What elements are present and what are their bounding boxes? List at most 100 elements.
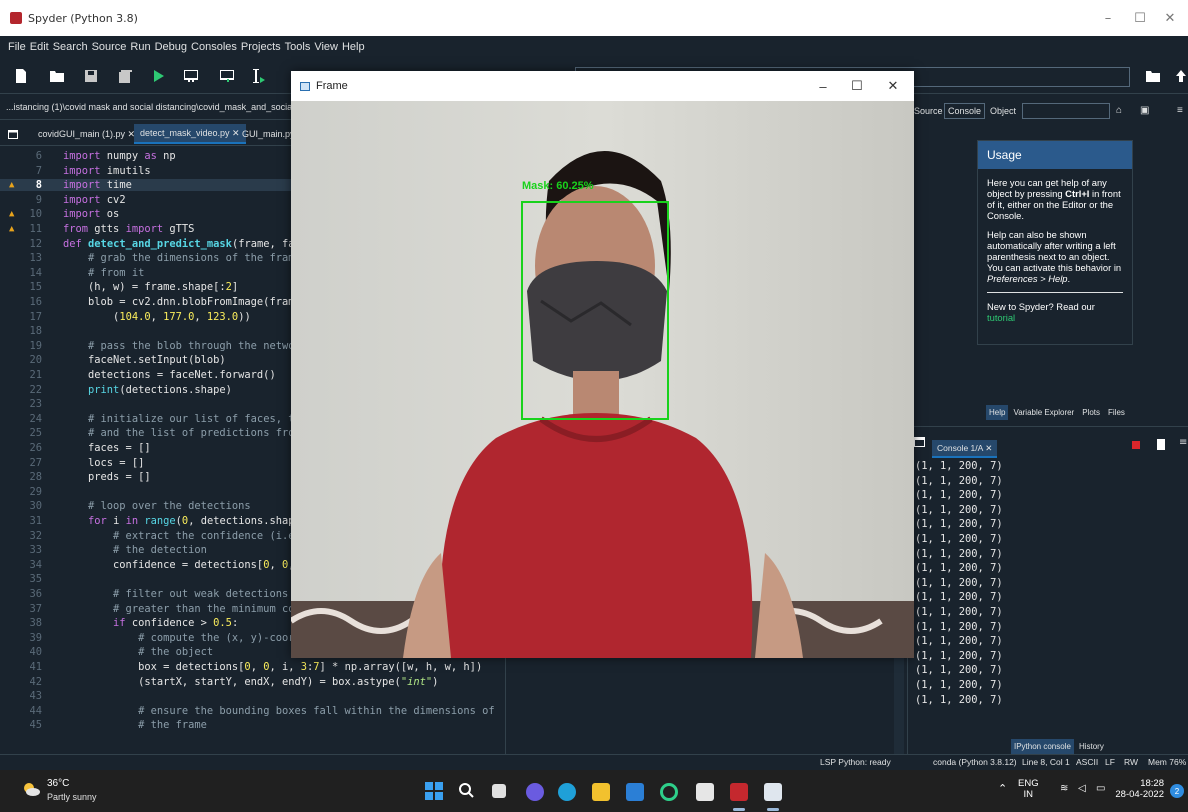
weather-icon[interactable] bbox=[22, 782, 40, 796]
weather-temperature[interactable]: 36°C bbox=[47, 778, 69, 789]
parent-directory-icon[interactable] bbox=[1172, 67, 1188, 85]
menu-run[interactable]: Run bbox=[130, 41, 150, 53]
home-icon[interactable]: ⌂ bbox=[1116, 105, 1122, 116]
tab-plots[interactable]: Plots bbox=[1079, 405, 1104, 420]
tab-ipython-console[interactable]: IPython console bbox=[1011, 739, 1074, 754]
console-tab[interactable]: Console 1/A ✕ bbox=[932, 440, 998, 458]
menu-view[interactable]: View bbox=[314, 41, 338, 53]
code-text: import imutils bbox=[63, 164, 151, 177]
frame-close-button[interactable]: ✕ bbox=[875, 71, 911, 101]
app-circle-icon[interactable] bbox=[660, 783, 678, 801]
code-text: from gtts import gTTS bbox=[63, 223, 195, 235]
status-cursor: Line 8, Col 1 bbox=[1022, 757, 1070, 767]
frame-maximize-button[interactable]: ☐ bbox=[839, 71, 875, 101]
options-icon[interactable]: ≡ bbox=[1177, 105, 1183, 116]
console-pane-tabs: IPython console History bbox=[1011, 739, 1107, 754]
weather-description[interactable]: Partly sunny bbox=[47, 792, 97, 802]
frame-taskbar-icon[interactable] bbox=[764, 783, 782, 801]
menu-search[interactable]: Search bbox=[53, 41, 88, 53]
line-number: 38 bbox=[29, 617, 42, 630]
frame-window: Frame – ☐ ✕ Mask: 60.25% bbox=[291, 71, 914, 658]
menu-source[interactable]: Source bbox=[92, 41, 127, 53]
tab-files[interactable]: Files bbox=[1105, 405, 1128, 420]
tab-variable-explorer[interactable]: Variable Explorer bbox=[1010, 405, 1078, 420]
warning-icon[interactable]: ▲ bbox=[9, 223, 14, 235]
frame-app-icon bbox=[300, 81, 310, 91]
line-number: 29 bbox=[29, 485, 42, 498]
console-output-line: (1, 1, 200, 7) bbox=[915, 489, 1003, 502]
terminal-icon[interactable] bbox=[696, 783, 714, 801]
face-bounding-box bbox=[521, 201, 669, 420]
screen: Spyder (Python 3.8) – ☐ ✕ File Edit Sear… bbox=[0, 0, 1188, 812]
stop-kernel-icon[interactable] bbox=[1132, 441, 1140, 449]
tutorial-link[interactable]: tutorial bbox=[987, 312, 1015, 323]
line-number: 15 bbox=[29, 281, 42, 294]
run-selection-icon[interactable] bbox=[250, 67, 268, 85]
menu-debug[interactable]: Debug bbox=[155, 41, 187, 53]
console-document-icon[interactable] bbox=[1157, 439, 1165, 450]
spyder-taskbar-icon[interactable] bbox=[730, 783, 748, 801]
wifi-icon[interactable]: ≋ bbox=[1060, 783, 1068, 794]
frame-minimize-button[interactable]: – bbox=[805, 71, 841, 101]
search-icon[interactable] bbox=[458, 782, 474, 798]
save-icon[interactable] bbox=[82, 67, 100, 85]
line-number: 31 bbox=[29, 515, 42, 527]
line-number: 45 bbox=[29, 719, 42, 732]
code-text: # initialize our list of faces, their bbox=[88, 412, 320, 425]
open-folder-icon[interactable] bbox=[48, 67, 66, 85]
menu-file[interactable]: File bbox=[8, 41, 26, 53]
console-options-icon[interactable]: ≡ bbox=[1179, 437, 1187, 448]
clock-date: 28-04-2022 bbox=[1115, 789, 1164, 800]
line-number: 34 bbox=[29, 558, 42, 571]
menu-consoles[interactable]: Consoles bbox=[191, 41, 237, 53]
help-object-input[interactable] bbox=[1022, 103, 1110, 119]
start-button-icon[interactable] bbox=[425, 782, 443, 800]
line-number: 7 bbox=[35, 164, 42, 177]
menu-tools[interactable]: Tools bbox=[285, 41, 311, 53]
lock-icon[interactable]: ▣ bbox=[1140, 105, 1149, 116]
line-number: 25 bbox=[29, 427, 42, 440]
line-number: 10 bbox=[29, 208, 42, 221]
mail-icon[interactable] bbox=[626, 783, 644, 801]
console-output-line: (1, 1, 200, 7) bbox=[915, 562, 1003, 575]
help-object-label: Object bbox=[990, 106, 1017, 116]
edge-browser-icon[interactable] bbox=[558, 783, 576, 801]
console-output-line: (1, 1, 200, 7) bbox=[915, 576, 1003, 589]
usage-panel: Usage Here you can get help of any objec… bbox=[977, 140, 1133, 345]
help-source-select[interactable]: Console bbox=[944, 103, 986, 119]
show-hidden-icons-chevron-icon[interactable]: ⌃ bbox=[998, 782, 1007, 795]
warning-icon[interactable]: ▲ bbox=[9, 179, 14, 191]
teams-chat-icon[interactable] bbox=[526, 783, 544, 801]
save-all-icon[interactable] bbox=[116, 67, 134, 85]
console-browse-tabs-icon[interactable] bbox=[914, 437, 925, 447]
tab-detect-mask-video[interactable]: detect_mask_video.py ✕ bbox=[134, 124, 246, 144]
frame-title-bar: Frame – ☐ ✕ bbox=[291, 71, 914, 101]
volume-icon[interactable]: ◁ bbox=[1078, 783, 1086, 794]
run-cell-icon[interactable] bbox=[182, 67, 200, 85]
menu-help[interactable]: Help bbox=[342, 41, 365, 53]
language-indicator[interactable]: ENG IN bbox=[1018, 778, 1039, 800]
tab-history[interactable]: History bbox=[1075, 739, 1107, 754]
battery-icon[interactable]: ▭ bbox=[1096, 783, 1105, 794]
clock[interactable]: 18:28 28-04-2022 bbox=[1114, 778, 1164, 800]
tab-covidgui-main[interactable]: covidGUI_main (1).py ✕ bbox=[32, 124, 141, 144]
code-text: # pass the blob through the network a bbox=[88, 339, 320, 352]
notification-badge[interactable]: 2 bbox=[1170, 784, 1184, 798]
line-number: 23 bbox=[29, 398, 42, 411]
tab-help[interactable]: Help bbox=[986, 405, 1009, 420]
status-mode: RW bbox=[1124, 757, 1139, 767]
file-explorer-icon[interactable] bbox=[592, 783, 610, 801]
menu-projects[interactable]: Projects bbox=[241, 41, 281, 53]
run-icon[interactable] bbox=[150, 67, 168, 85]
warning-icon[interactable]: ▲ bbox=[9, 208, 14, 220]
new-file-icon[interactable] bbox=[12, 67, 30, 85]
task-view-icon[interactable] bbox=[492, 784, 506, 798]
browse-folder-icon[interactable] bbox=[1144, 67, 1162, 85]
code-text: # and the list of predictions from ou bbox=[88, 427, 320, 440]
menu-edit[interactable]: Edit bbox=[30, 41, 49, 53]
close-button[interactable]: ✕ bbox=[1150, 0, 1188, 36]
browse-tabs-icon[interactable] bbox=[6, 124, 20, 144]
run-cell-advance-icon[interactable] bbox=[218, 67, 236, 85]
line-number: 21 bbox=[29, 369, 42, 381]
window-title: Spyder (Python 3.8) bbox=[28, 11, 138, 25]
